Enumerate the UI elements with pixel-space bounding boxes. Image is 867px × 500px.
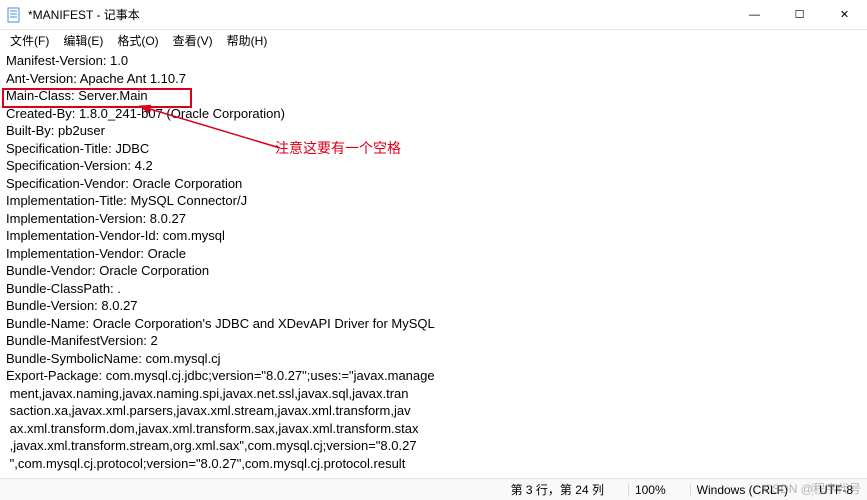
minimize-button[interactable]: —: [732, 0, 777, 29]
menu-help[interactable]: 帮助(H): [221, 30, 274, 51]
menu-file[interactable]: 文件(F): [4, 30, 55, 51]
text-area[interactable]: Manifest-Version: 1.0 Ant-Version: Apach…: [0, 50, 867, 474]
window-buttons: — ☐ ✕: [732, 0, 867, 29]
status-position: 第 3 行，第 24 列: [505, 481, 610, 498]
status-zoom: 100%: [628, 483, 672, 497]
status-line-ending: Windows (CRLF): [690, 483, 794, 497]
menu-format[interactable]: 格式(O): [111, 30, 164, 51]
status-encoding: UTF-8: [812, 483, 859, 497]
menubar: 文件(F) 编辑(E) 格式(O) 查看(V) 帮助(H): [0, 30, 867, 50]
maximize-button[interactable]: ☐: [777, 0, 822, 29]
statusbar: 第 3 行，第 24 列 100% Windows (CRLF) UTF-8: [0, 478, 867, 500]
menu-edit[interactable]: 编辑(E): [57, 30, 109, 51]
menu-view[interactable]: 查看(V): [167, 30, 219, 51]
notepad-icon: [6, 7, 22, 23]
close-button[interactable]: ✕: [822, 0, 867, 29]
window-title: *MANIFEST - 记事本: [28, 6, 732, 23]
titlebar: *MANIFEST - 记事本 — ☐ ✕: [0, 0, 867, 30]
